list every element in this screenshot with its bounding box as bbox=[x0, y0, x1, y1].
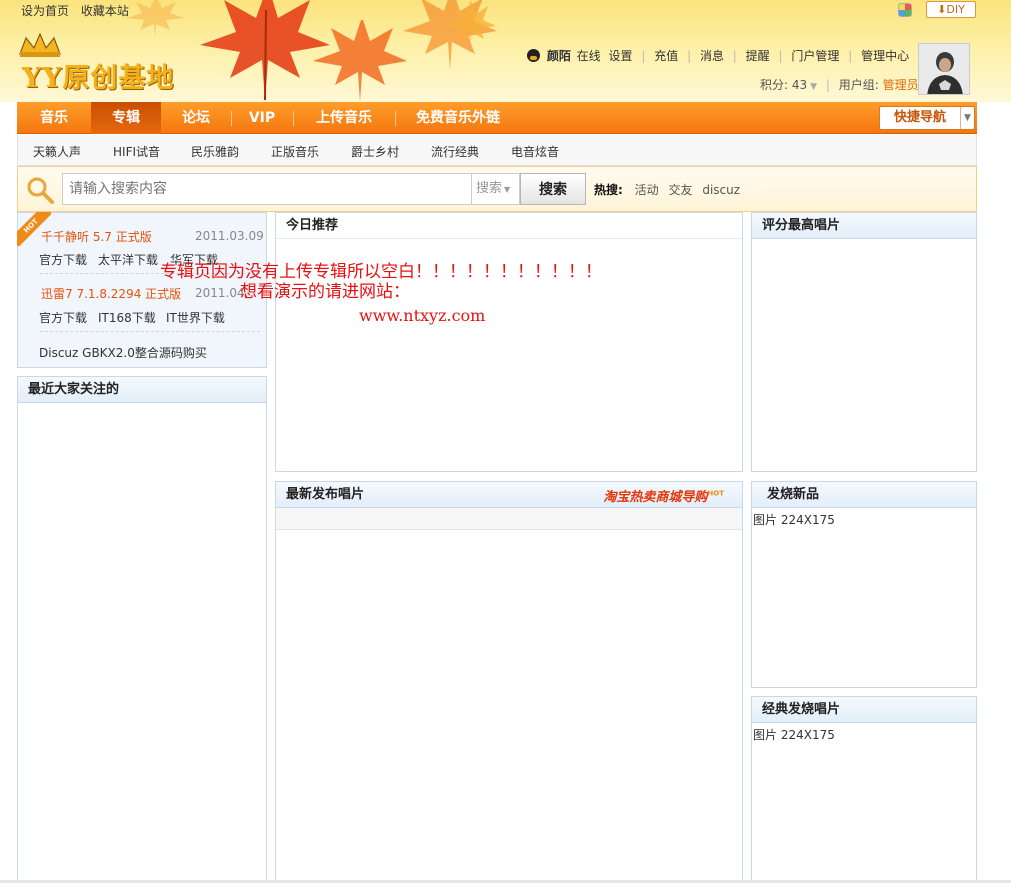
sub-nav: 天籁人声 HIFI试音 民乐雅韵 正版音乐 爵士乡村 流行经典 电音炫音 bbox=[17, 135, 977, 166]
panel-title: 评分最高唱片 bbox=[752, 213, 976, 239]
user-group-value[interactable]: 管理员 bbox=[883, 78, 919, 92]
subnav-item[interactable]: HIFI试音 bbox=[113, 143, 160, 160]
subnav-item[interactable]: 流行经典 bbox=[431, 143, 479, 160]
hot-keyword[interactable]: discuz bbox=[702, 183, 740, 197]
online-status[interactable]: 在线 bbox=[577, 49, 601, 63]
attention-panel: 最近大家关注的 bbox=[17, 376, 267, 883]
taobao-link[interactable]: 淘宝热卖商城导购HOT bbox=[603, 486, 724, 505]
classic-albums-panel: 经典发烧唱片 图片 224X175 bbox=[751, 696, 977, 883]
settings-link[interactable]: 设置 bbox=[609, 49, 633, 63]
notice-url[interactable]: www.ntxyz.com bbox=[359, 306, 485, 325]
qq-icon bbox=[527, 49, 540, 62]
points-bar: 积分: 43 ▼ | 用户组: 管理员 bbox=[760, 78, 919, 92]
download-link[interactable]: 官方下载 bbox=[39, 309, 87, 326]
hot-badge: HOT bbox=[707, 489, 724, 498]
hot-keyword[interactable]: 活动 bbox=[635, 183, 659, 197]
subnav-item[interactable]: 民乐雅韵 bbox=[191, 143, 239, 160]
nav-item-vip[interactable]: VIP bbox=[231, 102, 293, 134]
latest-albums-panel: 最新发布唱片 淘宝热卖商城导购HOT bbox=[275, 481, 743, 883]
user-bar: 颜陌 在线 设置 | 充值 | 消息 | 提醒 | 门户管理 | 管理中心 | … bbox=[527, 47, 957, 64]
subnav-item[interactable]: 电音炫音 bbox=[511, 143, 559, 160]
nav-item-upload[interactable]: 上传音乐 bbox=[293, 102, 395, 134]
panel-toolbar bbox=[276, 508, 742, 530]
image-placeholder: 图片 224X175 bbox=[753, 513, 835, 527]
top-rated-panel: 评分最高唱片 bbox=[751, 212, 977, 472]
search-bar: 搜索▼ 搜索 热搜: 活动 交友 discuz bbox=[17, 166, 977, 212]
search-icon bbox=[27, 177, 54, 204]
user-photo-icon bbox=[919, 44, 969, 94]
nav-item-free-links[interactable]: 免费音乐外链 bbox=[395, 102, 521, 134]
panel-title: 最近大家关注的 bbox=[18, 377, 266, 403]
site-logo[interactable]: YY原创基地 bbox=[22, 56, 175, 95]
panel-title: 经典发烧唱片 bbox=[752, 697, 976, 723]
messages-link[interactable]: 消息 bbox=[700, 49, 724, 63]
color-palette-icon[interactable] bbox=[898, 3, 912, 17]
notice-line: 想看演示的请进网站： bbox=[240, 282, 410, 302]
today-recommend-panel: 今日推荐 bbox=[275, 212, 743, 472]
panel-title: 发烧新品 bbox=[752, 482, 976, 508]
chevron-down-icon: ▼ bbox=[960, 107, 974, 129]
hot-keyword[interactable]: 交友 bbox=[668, 183, 692, 197]
diy-label: DIY bbox=[946, 3, 965, 16]
top-links: 设为首页 收藏本站 bbox=[21, 2, 137, 19]
nav-item-forum[interactable]: 论坛 bbox=[161, 102, 231, 134]
notice-text: 专辑页因为没有上传专辑所以空白！！！！！！！！！！！ 想看演示的请进网站： bbox=[160, 262, 602, 302]
panel-title: 今日推荐 bbox=[276, 213, 742, 239]
user-group-label: 用户组: bbox=[838, 78, 879, 92]
chevron-down-icon: ▼ bbox=[504, 185, 511, 194]
quick-nav-label: 快捷导航 bbox=[894, 110, 947, 125]
hot-item-title[interactable]: 千千静听 5.7 正式版 bbox=[41, 228, 152, 245]
recharge-link[interactable]: 充值 bbox=[654, 49, 678, 63]
reminders-link[interactable]: 提醒 bbox=[746, 49, 770, 63]
chevron-down-icon[interactable]: ▼ bbox=[810, 82, 817, 92]
subnav-item[interactable]: 爵士乡村 bbox=[351, 143, 399, 160]
down-arrow-icon: ⬇ bbox=[937, 3, 947, 16]
hot-search: 热搜: 活动 交友 discuz bbox=[594, 181, 746, 198]
hot-search-label: 热搜: bbox=[594, 183, 623, 197]
source-purchase-link[interactable]: Discuz GBKX2.0整合源码购买 bbox=[39, 344, 207, 361]
admin-center-link[interactable]: 管理中心 bbox=[861, 49, 909, 63]
download-link[interactable]: 官方下载 bbox=[39, 251, 87, 268]
taobao-label: 淘宝热卖商城导购 bbox=[603, 490, 708, 505]
subnav-item[interactable]: 正版音乐 bbox=[271, 143, 319, 160]
main-nav: 音乐 专辑 论坛 VIP 上传音乐 免费音乐外链 快捷导航 ▼ bbox=[17, 102, 977, 134]
download-link[interactable]: IT世界下载 bbox=[166, 309, 225, 326]
image-placeholder: 图片 224X175 bbox=[753, 728, 835, 742]
search-input[interactable] bbox=[62, 173, 472, 205]
hot-item-date: 2011.03.09 bbox=[195, 229, 264, 243]
nav-item-album[interactable]: 专辑 bbox=[91, 102, 161, 134]
set-home-link[interactable]: 设为首页 bbox=[21, 4, 69, 18]
download-link[interactable]: 太平洋下载 bbox=[98, 251, 158, 268]
portal-admin-link[interactable]: 门户管理 bbox=[791, 49, 839, 63]
diy-button[interactable]: ⬇DIY bbox=[926, 1, 976, 18]
avatar[interactable] bbox=[918, 43, 970, 95]
search-type-select[interactable]: 搜索 ▼ bbox=[472, 173, 520, 205]
maple-leaf-icon bbox=[444, 0, 496, 48]
quick-nav-button[interactable]: 快捷导航 ▼ bbox=[879, 106, 975, 130]
subnav-item[interactable]: 天籁人声 bbox=[33, 143, 81, 160]
divider bbox=[40, 331, 260, 332]
search-type-label: 搜索 bbox=[476, 181, 503, 196]
download-link[interactable]: IT168下载 bbox=[98, 309, 156, 326]
nav-item-music[interactable]: 音乐 bbox=[17, 102, 91, 134]
points-link[interactable]: 积分: 43 bbox=[760, 78, 807, 92]
search-button[interactable]: 搜索 bbox=[520, 173, 586, 205]
bookmark-link[interactable]: 收藏本站 bbox=[81, 4, 129, 18]
notice-line: 专辑页因为没有上传专辑所以空白！！！！！！！！！！！ bbox=[160, 262, 602, 282]
username-link[interactable]: 颜陌 bbox=[547, 49, 571, 63]
fever-new-panel: 发烧新品 图片 224X175 bbox=[751, 481, 977, 688]
